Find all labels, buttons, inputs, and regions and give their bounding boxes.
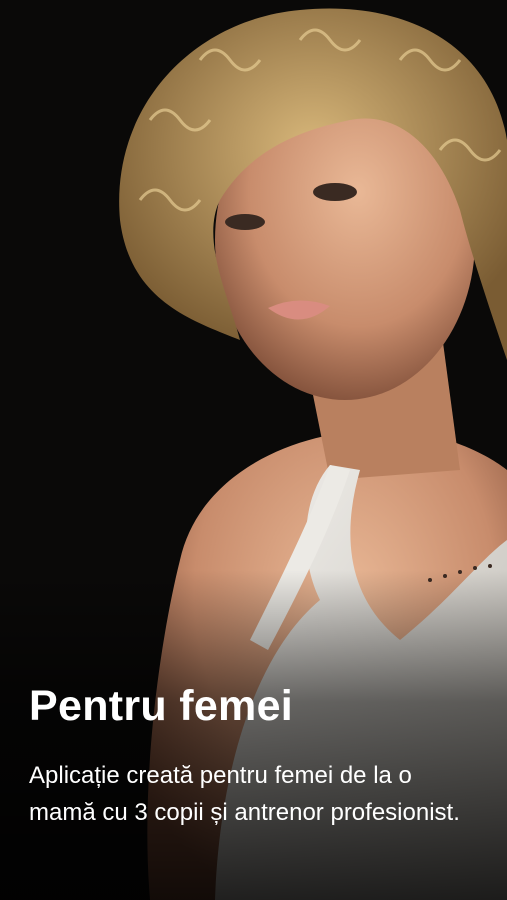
onboarding-title: Pentru femei (29, 682, 294, 730)
bottom-gradient-overlay (0, 570, 507, 900)
onboarding-screen: Pentru femei Aplicație creată pentru fem… (0, 0, 507, 900)
onboarding-description: Aplicație creată pentru femei de la o ma… (29, 762, 460, 826)
